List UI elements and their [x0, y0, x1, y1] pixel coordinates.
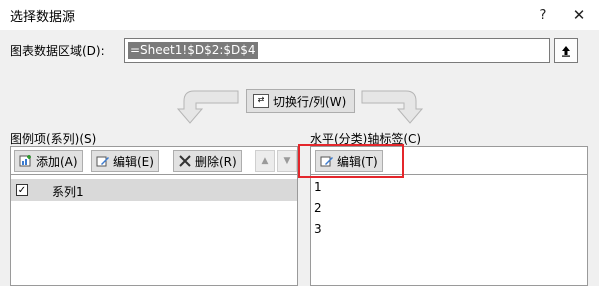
data-range-value: =Sheet1!$D$2:$D$4 [128, 42, 258, 59]
switch-right-arrow-icon [361, 90, 424, 124]
move-up-icon: ▲ [261, 156, 269, 166]
collapse-dialog-button[interactable] [554, 38, 578, 63]
help-icon[interactable]: ? [526, 1, 560, 29]
legend-toolbar: 添加(A) 编辑(E) 删除(R) ▲ ▼ [10, 146, 298, 174]
delete-series-label: 删除(R) [195, 154, 237, 169]
series-row[interactable]: ✓ 系列1 [11, 179, 297, 201]
series-checkbox[interactable]: ✓ [16, 184, 28, 196]
add-series-icon [19, 154, 33, 168]
edit-series-label: 编辑(E) [113, 154, 154, 169]
switch-row-column-button[interactable]: ⇄ 切换行/列(W) [246, 89, 355, 113]
data-range-label: 图表数据区域(D): [10, 44, 105, 58]
add-series-button[interactable]: 添加(A) [14, 150, 83, 172]
axis-labels-list: 1 2 3 [310, 174, 588, 286]
move-up-button[interactable]: ▲ [255, 150, 275, 172]
move-down-icon: ▼ [283, 156, 291, 166]
switch-left-arrow-icon [176, 90, 239, 124]
axis-label-item: 3 [314, 222, 322, 236]
delete-series-button[interactable]: 删除(R) [173, 150, 242, 172]
collapse-up-icon [562, 45, 570, 57]
switch-grid-icon: ⇄ [253, 94, 269, 108]
switch-row-column-label: 切换行/列(W) [273, 94, 347, 109]
move-down-button[interactable]: ▼ [277, 150, 297, 172]
add-series-label: 添加(A) [36, 154, 78, 169]
edit-series-button[interactable]: 编辑(E) [91, 150, 159, 172]
legend-series-list: ✓ 系列1 [10, 174, 298, 286]
edit-series-icon [96, 154, 110, 168]
axis-label-item: 2 [314, 201, 322, 215]
highlight-box [298, 144, 404, 178]
series-name: 系列1 [52, 185, 84, 199]
data-range-input[interactable]: =Sheet1!$D$2:$D$4 [124, 38, 550, 63]
delete-icon [178, 154, 192, 168]
dialog-title: 选择数据源 [10, 10, 76, 25]
title-bar [0, 0, 599, 30]
close-icon[interactable]: ✕ [562, 1, 596, 29]
axis-label-item: 1 [314, 180, 322, 194]
legend-entries-header: 图例项(系列)(S) [10, 132, 97, 146]
